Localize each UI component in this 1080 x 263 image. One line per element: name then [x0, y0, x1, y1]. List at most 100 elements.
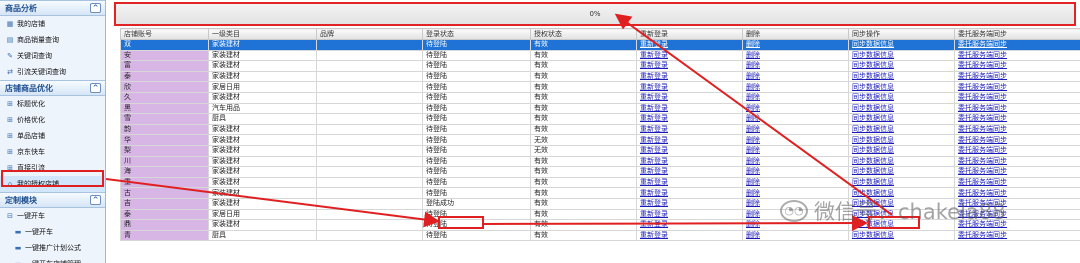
sync-data-link[interactable]: 同步数据信息: [852, 40, 894, 48]
table-row[interactable]: 古家装建材 待登陆 有效 重新登录 删除 同步数据信息 委托服务端同步: [120, 187, 1080, 199]
column-header[interactable]: 登录状态: [422, 28, 531, 40]
sync-data-link[interactable]: 同步数据信息: [852, 231, 894, 239]
sync-data-link[interactable]: 同步数据信息: [852, 62, 894, 70]
table-row[interactable]: 久家装建材 待登陆 有效 重新登录 删除 同步数据信息 委托服务端同步: [120, 91, 1080, 104]
relogin-link[interactable]: 重新登录: [640, 72, 668, 80]
delegate-sync-link[interactable]: 委托服务端同步: [958, 146, 1007, 154]
delete-link[interactable]: 删除: [746, 51, 760, 59]
relogin-link[interactable]: 重新登录: [640, 210, 668, 218]
delegate-sync-link[interactable]: 委托服务端同步: [958, 189, 1007, 197]
table-row[interactable]: 重家装建材 待登陆 有效 重新登录 删除 同步数据信息 委托服务端同步: [120, 176, 1080, 189]
table-row[interactable]: 梨家装建材 待登陆 无效 重新登录 删除 同步数据信息 委托服务端同步: [120, 144, 1080, 157]
sync-data-link[interactable]: 同步数据信息: [852, 83, 894, 91]
collapse-toggle-icon[interactable]: ^: [90, 195, 101, 205]
sync-data-link[interactable]: 同步数据信息: [852, 199, 894, 207]
sidebar-item[interactable]: ⊞ 京东快车: [0, 144, 105, 160]
sidebar-item[interactable]: ⊞ 标题优化: [0, 96, 105, 112]
column-header[interactable]: 同步操作: [848, 28, 955, 40]
delete-link[interactable]: 删除: [746, 168, 760, 176]
table-row[interactable]: 泰家居日用 待登陆 有效 重新登录 删除 同步数据信息 委托服务端同步: [120, 208, 1080, 221]
relogin-link[interactable]: 重新登录: [640, 168, 668, 176]
delete-link[interactable]: 删除: [746, 221, 760, 229]
column-header[interactable]: 品牌: [316, 28, 423, 40]
sync-data-link[interactable]: 同步数据信息: [852, 51, 894, 59]
delete-link[interactable]: 删除: [746, 189, 760, 197]
delegate-sync-link[interactable]: 委托服务端同步: [958, 93, 1007, 101]
relogin-link[interactable]: 重新登录: [640, 104, 668, 112]
column-header[interactable]: 店铺账号: [120, 28, 209, 40]
delegate-sync-link[interactable]: 委托服务端同步: [958, 125, 1007, 133]
delete-link[interactable]: 删除: [746, 210, 760, 218]
table-row[interactable]: 双家装建材 待登陆 有效 重新登录 删除 同步数据信息 委托服务端同步: [120, 39, 1080, 51]
relogin-link[interactable]: 重新登录: [640, 83, 668, 91]
table-row[interactable]: 鼎家装建材 待登陆 有效 重新登录 删除 同步数据信息 委托服务端同步: [120, 219, 1080, 231]
delegate-sync-link[interactable]: 委托服务端同步: [958, 157, 1007, 165]
table-row[interactable]: 海家装建材 待登陆 有效 重新登录 删除 同步数据信息 委托服务端同步: [120, 166, 1080, 178]
table-row[interactable]: 青厨具 待登陆 有效 重新登录 删除 同步数据信息 委托服务端同步: [120, 229, 1080, 242]
sync-data-link[interactable]: 同步数据信息: [852, 178, 894, 186]
table-row[interactable]: 华家装建材 待登陆 无效 重新登录 删除 同步数据信息 委托服务端同步: [120, 134, 1080, 146]
delegate-sync-link[interactable]: 委托服务端同步: [958, 83, 1007, 91]
sync-data-link[interactable]: 同步数据信息: [852, 146, 894, 154]
sidebar-item[interactable]: ▤ 商品销量查询: [0, 32, 105, 48]
collapse-toggle-icon[interactable]: ^: [90, 3, 101, 13]
column-header[interactable]: 删除: [742, 28, 849, 40]
sidebar-item[interactable]: ▬ 一键推广计划公式: [0, 240, 105, 256]
sync-data-link[interactable]: 同步数据信息: [852, 189, 894, 197]
delete-link[interactable]: 删除: [746, 83, 760, 91]
table-row[interactable]: 吉家装建材 登陆成功 有效 重新登录 删除 同步数据信息 委托服务端同步: [120, 197, 1080, 210]
sync-data-link[interactable]: 同步数据信息: [852, 157, 894, 165]
delegate-sync-link[interactable]: 委托服务端同步: [958, 231, 1007, 239]
table-row[interactable]: 欣家居日用 待登陆 有效 重新登录 删除 同步数据信息 委托服务端同步: [120, 81, 1080, 93]
sidebar-section-header[interactable]: 店铺商品优化 ^: [0, 80, 105, 96]
relogin-link[interactable]: 重新登录: [640, 115, 668, 123]
relogin-link[interactable]: 重新登录: [640, 125, 668, 133]
delegate-sync-link[interactable]: 委托服务端同步: [958, 210, 1007, 218]
relogin-link[interactable]: 重新登录: [640, 189, 668, 197]
relogin-link[interactable]: 重新登录: [640, 136, 668, 144]
sync-data-link[interactable]: 同步数据信息: [852, 125, 894, 133]
sync-data-link[interactable]: 同步数据信息: [852, 104, 894, 112]
table-row[interactable]: 韵家装建材 待登陆 有效 重新登录 删除 同步数据信息 委托服务端同步: [120, 123, 1080, 136]
relogin-link[interactable]: 重新登录: [640, 221, 668, 229]
sidebar-item[interactable]: ⊞ 单品店铺: [0, 128, 105, 144]
delegate-sync-link[interactable]: 委托服务端同步: [958, 72, 1007, 80]
relogin-link[interactable]: 重新登录: [640, 62, 668, 70]
relogin-link[interactable]: 重新登录: [640, 146, 668, 154]
sidebar-item[interactable]: ✎ 关键词查询: [0, 48, 105, 64]
sidebar-section-header[interactable]: 定制模块 ^: [0, 192, 105, 208]
delegate-sync-link[interactable]: 委托服务端同步: [958, 221, 1007, 229]
table-row[interactable]: 安家装建材 待登陆 有效 重新登录 删除 同步数据信息 委托服务端同步: [120, 49, 1080, 62]
delete-link[interactable]: 删除: [746, 72, 760, 80]
delegate-sync-link[interactable]: 委托服务端同步: [958, 40, 1007, 48]
sidebar-item[interactable]: ▦ 我的店铺: [0, 16, 105, 32]
sidebar-section-header[interactable]: 商品分析 ^: [0, 0, 105, 16]
delete-link[interactable]: 删除: [746, 40, 760, 48]
delegate-sync-link[interactable]: 委托服务端同步: [958, 51, 1007, 59]
sidebar-item[interactable]: ⊟ 一键开车: [0, 208, 105, 224]
column-header[interactable]: 授权状态: [530, 28, 637, 40]
delete-link[interactable]: 删除: [746, 93, 760, 101]
relogin-link[interactable]: 重新登录: [640, 157, 668, 165]
relogin-link[interactable]: 重新登录: [640, 40, 668, 48]
column-header[interactable]: 一级类目: [208, 28, 317, 40]
table-row[interactable]: 雪厨具 待登陆 有效 重新登录 删除 同步数据信息 委托服务端同步: [120, 113, 1080, 125]
delete-link[interactable]: 删除: [746, 125, 760, 133]
collapse-toggle-icon[interactable]: ^: [90, 83, 101, 93]
sync-data-link[interactable]: 同步数据信息: [852, 72, 894, 80]
delete-link[interactable]: 删除: [746, 199, 760, 207]
delegate-sync-link[interactable]: 委托服务端同步: [958, 136, 1007, 144]
delete-link[interactable]: 删除: [746, 115, 760, 123]
relogin-link[interactable]: 重新登录: [640, 231, 668, 239]
delete-link[interactable]: 删除: [746, 136, 760, 144]
sidebar-item[interactable]: ▬ 一键开车: [0, 224, 105, 240]
relogin-link[interactable]: 重新登录: [640, 199, 668, 207]
sync-data-link[interactable]: 同步数据信息: [852, 168, 894, 176]
table-row[interactable]: 黑汽车用品 待登陆 有效 重新登录 删除 同步数据信息 委托服务端同步: [120, 102, 1080, 115]
delegate-sync-link[interactable]: 委托服务端同步: [958, 199, 1007, 207]
sync-data-link[interactable]: 同步数据信息: [852, 136, 894, 144]
table-row[interactable]: 川家装建材 待登陆 有效 重新登录 删除 同步数据信息 委托服务端同步: [120, 155, 1080, 168]
delegate-sync-link[interactable]: 委托服务端同步: [958, 115, 1007, 123]
delete-link[interactable]: 删除: [746, 231, 760, 239]
delete-link[interactable]: 删除: [746, 157, 760, 165]
